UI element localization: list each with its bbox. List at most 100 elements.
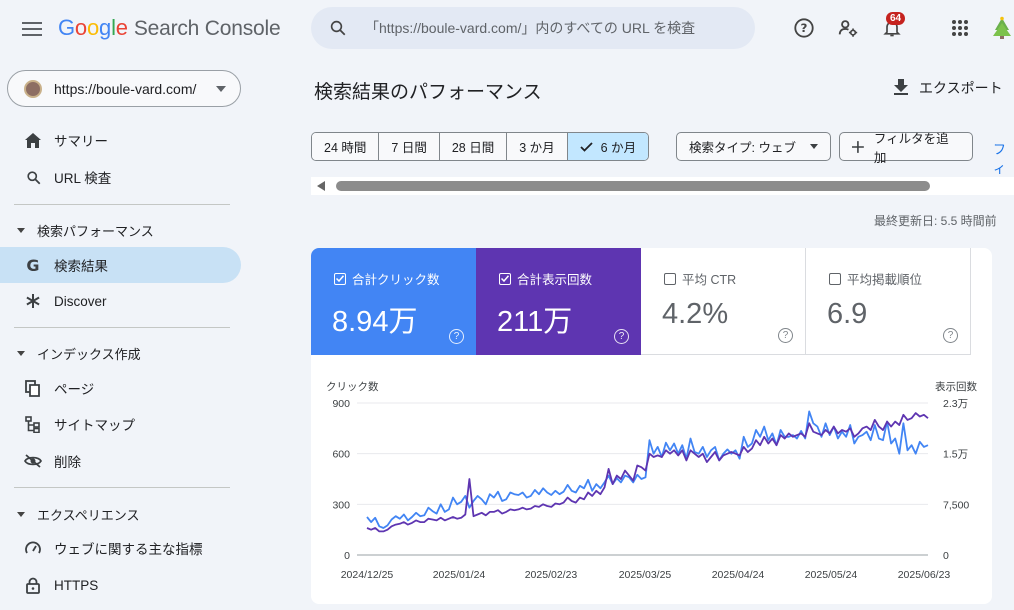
- search-type-label: 検索タイプ: ウェブ: [689, 141, 796, 155]
- sidebar-item-removals[interactable]: 削除: [0, 443, 241, 479]
- sidebar-item-sitemaps[interactable]: サイトマップ: [0, 406, 241, 442]
- sidebar-section-label: インデックス作成: [37, 347, 141, 362]
- metric-card-impressions[interactable]: 合計表示回数 211万 ?: [476, 248, 641, 355]
- x-tick-label: 2025/01/24: [433, 569, 486, 581]
- clicks-series-line: [366, 410, 929, 529]
- metric-label-row: 合計クリック数: [334, 269, 440, 288]
- logo-letter: g: [99, 15, 112, 40]
- range-7d-button[interactable]: 7 日間: [379, 133, 440, 160]
- right-axis-title: 表示回数: [935, 380, 977, 393]
- sidebar-section-experience[interactable]: エクスペリエンス: [17, 505, 139, 524]
- x-tick-label: 2025/02/23: [525, 569, 578, 581]
- account-avatar-icon[interactable]: [990, 16, 1014, 40]
- google-apps-icon[interactable]: [948, 16, 972, 40]
- collapse-triangle-icon: [17, 228, 25, 233]
- logo-product-name: Search Console: [133, 17, 281, 40]
- metric-label: 平均 CTR: [682, 273, 737, 287]
- export-button[interactable]: エクスポート: [893, 78, 1003, 98]
- site-favicon-icon: [24, 79, 42, 98]
- sidebar-item-label: ウェブに関する主な指標: [54, 542, 203, 557]
- metric-card-clicks[interactable]: 合計クリック数 8.94万 ?: [311, 248, 476, 355]
- sidebar-item-label: HTTPS: [54, 577, 99, 593]
- left-tick-label: 600: [332, 449, 350, 461]
- logo-letter: o: [86, 15, 100, 40]
- range-6m-button[interactable]: 6 か月: [567, 133, 649, 160]
- help-icon[interactable]: ?: [614, 329, 629, 344]
- checkbox-checked-icon[interactable]: [499, 272, 511, 285]
- sidebar-item-label: サマリー: [54, 134, 108, 149]
- x-tick-label: 2025/06/23: [898, 569, 951, 581]
- horizontal-scrollbar[interactable]: [311, 177, 1014, 195]
- help-icon[interactable]: ?: [792, 16, 816, 40]
- search-icon[interactable]: [311, 7, 365, 49]
- sidebar-item-url-inspection[interactable]: URL 検査: [0, 159, 241, 195]
- left-tick-label: 300: [332, 499, 350, 511]
- sidebar-item-https[interactable]: HTTPS: [0, 567, 241, 603]
- sidebar-item-search-results[interactable]: G 検索結果: [0, 247, 241, 283]
- scrollbar-thumb[interactable]: [336, 181, 930, 191]
- metric-card-position[interactable]: 平均掲載順位 6.9 ?: [806, 248, 971, 355]
- checkbox-unchecked-icon[interactable]: [829, 272, 841, 285]
- performance-card: 合計クリック数 8.94万 ? 合計表示回数 211万 ? 平均 CTR 4.2…: [311, 248, 992, 604]
- filter-link[interactable]: フィ: [993, 139, 1014, 177]
- x-tick-label: 2025/03/25: [619, 569, 672, 581]
- range-24h-button[interactable]: 24 時間: [312, 133, 380, 160]
- lock-icon: [24, 576, 42, 594]
- sidebar-item-summary[interactable]: サマリー: [0, 122, 241, 158]
- left-tick-label: 900: [332, 398, 350, 410]
- sidebar-section-performance[interactable]: 検索パフォーマンス: [17, 221, 154, 240]
- export-label: エクスポート: [919, 80, 1003, 96]
- plus-icon: [852, 140, 864, 153]
- search-console-logo[interactable]: Google Search Console: [58, 15, 281, 41]
- sidebar-item-label: サイトマップ: [54, 418, 135, 433]
- checkbox-unchecked-icon[interactable]: [664, 272, 676, 285]
- metric-card-ctr[interactable]: 平均 CTR 4.2% ?: [641, 248, 806, 355]
- help-icon[interactable]: ?: [778, 328, 793, 343]
- url-inspect-search: [311, 7, 755, 49]
- sidebar-section-index[interactable]: インデックス作成: [17, 344, 141, 363]
- range-3m-button[interactable]: 3 か月: [507, 133, 568, 160]
- logo-letter: o: [74, 15, 87, 40]
- top-app-bar: Google Search Console ? 64: [0, 0, 1014, 58]
- add-filter-label: フィルタを追加: [873, 131, 949, 165]
- metric-label: 平均掲載順位: [847, 273, 923, 287]
- search-input[interactable]: [365, 20, 745, 36]
- notifications-badge: 64: [886, 12, 906, 25]
- help-icon[interactable]: ?: [449, 329, 464, 344]
- range-28d-button[interactable]: 28 日間: [439, 133, 508, 160]
- metric-value: 6.9: [827, 298, 868, 330]
- search-console-settings-icon[interactable]: [836, 16, 860, 40]
- performance-line-chart[interactable]: クリック数 表示回数 0 0 300 7,500 600 1.5万 900 2.3万 2024/12…: [311, 368, 992, 604]
- sidebar-item-core-web-vitals[interactable]: ウェブに関する主な指標: [0, 530, 241, 566]
- sidebar-item-label: 検索結果: [54, 259, 108, 274]
- property-selector[interactable]: https://boule-vard.com/: [7, 70, 241, 107]
- metric-label: 合計表示回数: [517, 273, 593, 287]
- x-tick-label: 2025/05/24: [805, 569, 858, 581]
- property-url: https://boule-vard.com/: [54, 80, 197, 97]
- left-axis-title: クリック数: [326, 380, 379, 393]
- sidebar-item-discover[interactable]: Discover: [0, 283, 241, 319]
- metric-value: 4.2%: [662, 298, 729, 330]
- sidebar-divider: [14, 487, 230, 488]
- date-range-selector: 24 時間 7 日間 28 日間 3 か月 6 か月: [311, 132, 650, 161]
- sidebar-item-label: 削除: [54, 455, 81, 470]
- home-icon: [24, 131, 42, 149]
- sidebar-item-label: URL 検査: [54, 171, 112, 186]
- checkbox-checked-icon[interactable]: [334, 272, 346, 285]
- search-type-filter-button[interactable]: 検索タイプ: ウェブ: [676, 132, 831, 161]
- metric-value: 8.94万: [332, 306, 418, 338]
- sidebar-section-label: 検索パフォーマンス: [37, 224, 154, 239]
- sidebar-item-pages[interactable]: ページ: [0, 370, 241, 406]
- sidebar-divider: [14, 204, 230, 205]
- metric-value: 211万: [497, 306, 573, 338]
- impressions-series-line: [366, 412, 929, 533]
- right-tick-label: 7,500: [943, 499, 969, 511]
- scroll-left-arrow-icon[interactable]: [317, 181, 325, 191]
- main-menu-icon[interactable]: [20, 17, 44, 41]
- download-icon: [893, 78, 909, 98]
- help-icon[interactable]: ?: [943, 328, 958, 343]
- sidebar-item-label: ページ: [54, 382, 95, 397]
- right-tick-label: 1.5万: [943, 449, 968, 461]
- x-tick-label: 2024/12/25: [341, 569, 394, 581]
- add-filter-button[interactable]: フィルタを追加: [839, 132, 973, 165]
